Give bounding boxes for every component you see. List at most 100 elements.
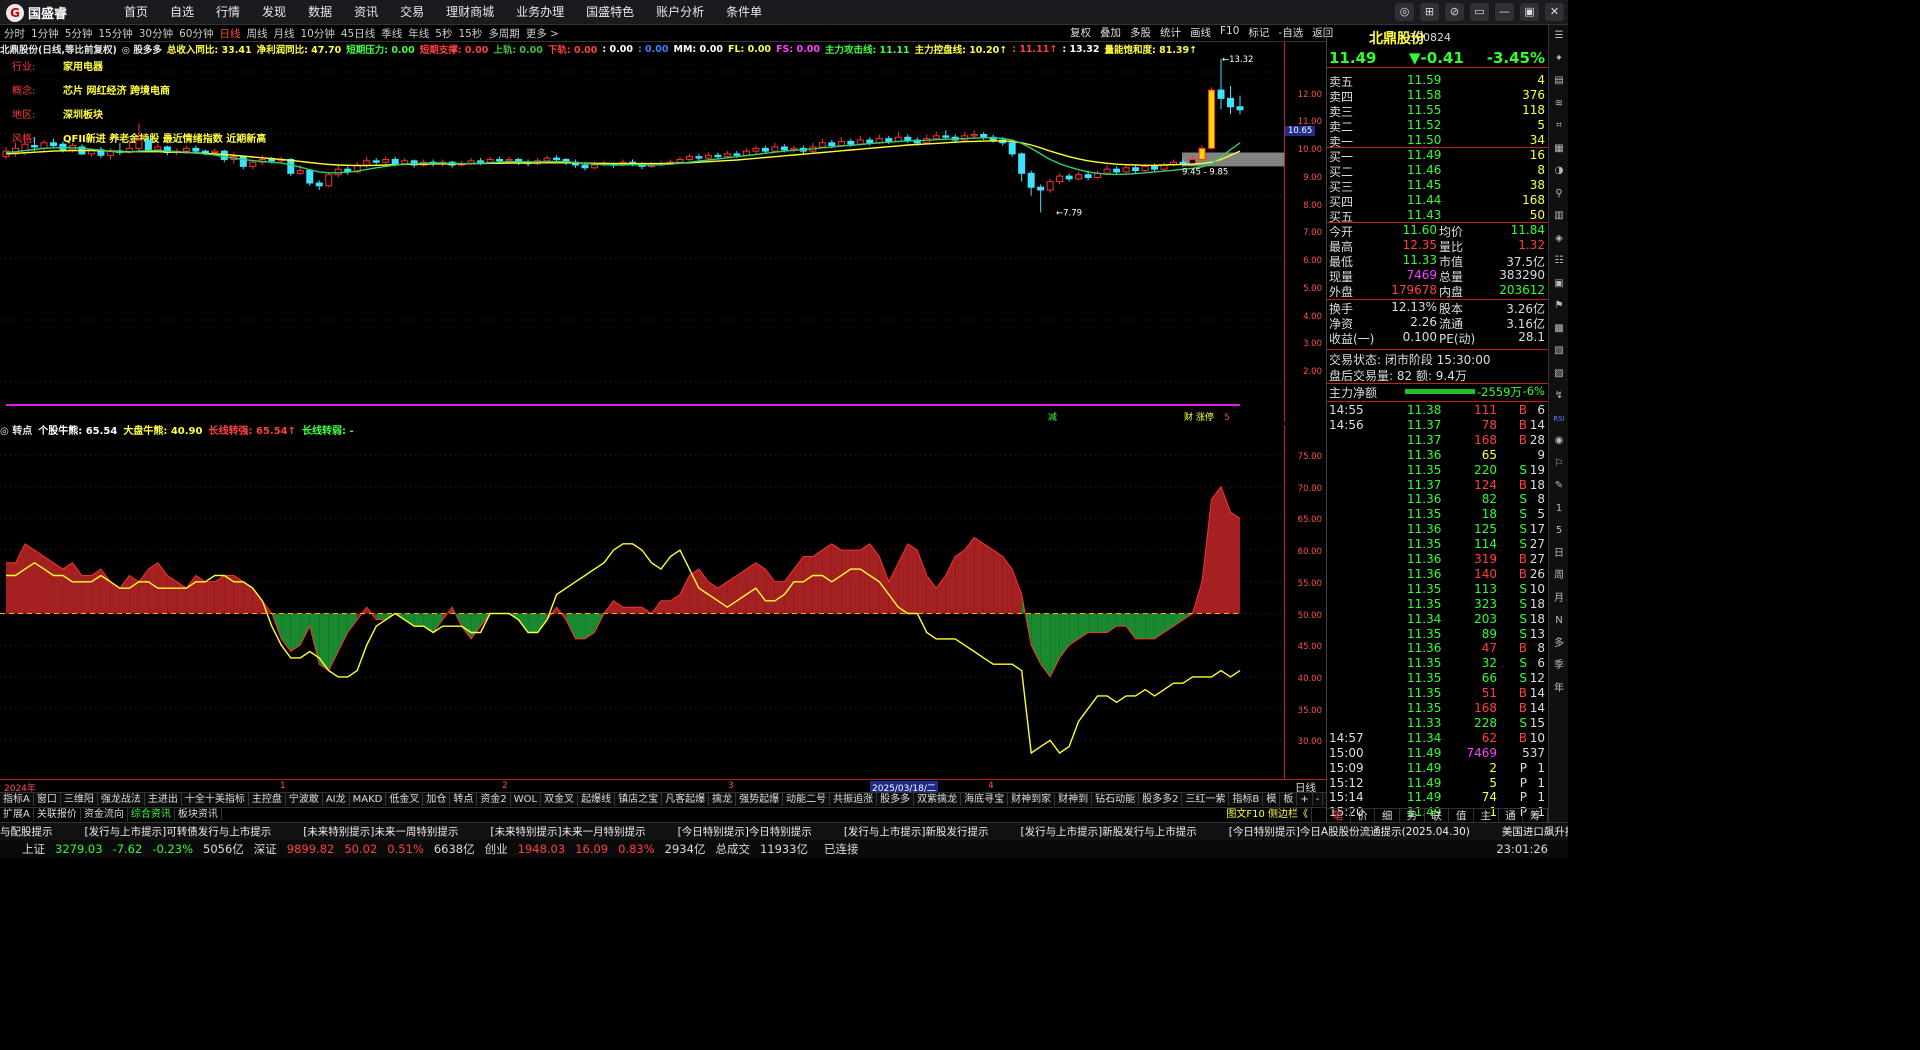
- nav-item[interactable]: 发现: [262, 0, 286, 25]
- side-tool-icon[interactable]: ◉: [1552, 434, 1566, 448]
- period-tab[interactable]: 10分钟: [301, 26, 335, 41]
- period-tab[interactable]: 周线: [247, 26, 268, 41]
- news-item[interactable]: [发行与上市提示]可转债发行与上市提示: [85, 824, 272, 839]
- side-tool-icon[interactable]: ☰: [1552, 29, 1566, 43]
- side-tool-icon[interactable]: 多: [1552, 637, 1566, 651]
- period-tab[interactable]: 分时: [4, 26, 25, 41]
- side-tool-icon[interactable]: ▧: [1552, 344, 1566, 358]
- window-button[interactable]: ⊞: [1420, 3, 1439, 21]
- news-item[interactable]: [今日特别提示]今日A股股份流通提示(2025.04.30): [1229, 824, 1470, 839]
- indicator-tab[interactable]: 双金叉: [541, 793, 579, 806]
- side-tool-icon[interactable]: ▩: [1552, 322, 1566, 336]
- side-tool-icon[interactable]: 1: [1552, 502, 1566, 516]
- period-tab[interactable]: 日线: [220, 26, 241, 41]
- indicator-tab[interactable]: MAKD: [350, 793, 387, 806]
- price-chart[interactable]: ←13.32 ←7.79 9.45 - 9.85 减 财 涨停 5: [0, 42, 1284, 422]
- indicator-tab[interactable]: +: [1297, 793, 1313, 806]
- quote-tab[interactable]: 值: [1449, 809, 1475, 822]
- indicator-tab[interactable]: 宁波敢: [286, 793, 323, 806]
- side-tool-icon[interactable]: 周: [1552, 569, 1566, 583]
- quote-tab[interactable]: 价: [1351, 809, 1376, 822]
- news-item[interactable]: 与配股提示: [0, 824, 53, 839]
- indicator-tab[interactable]: 双紫擒龙: [914, 793, 962, 806]
- indicator-tab[interactable]: 模: [1263, 793, 1281, 806]
- period-tab[interactable]: 45日线: [341, 26, 375, 41]
- indicator-tab[interactable]: 凡客起爆: [662, 793, 710, 806]
- nav-item[interactable]: 数据: [308, 0, 332, 25]
- indicator-tab[interactable]: 钻石动能: [1092, 793, 1140, 806]
- period-tab[interactable]: 多周期: [488, 26, 520, 41]
- news-item[interactable]: [未来特别提示]未来一月特别提示: [490, 824, 645, 839]
- indicator-tab[interactable]: 资金2: [477, 793, 511, 806]
- nav-item[interactable]: 条件单: [726, 0, 762, 25]
- indicator-tab[interactable]: 动能二号: [783, 793, 831, 806]
- side-tool-icon[interactable]: ▦: [1552, 142, 1566, 156]
- period-tab[interactable]: 1分钟: [31, 26, 59, 41]
- window-button[interactable]: —: [1495, 3, 1514, 21]
- indicator-tab[interactable]: 主控盘: [249, 793, 286, 806]
- window-button[interactable]: ✕: [1545, 3, 1564, 21]
- indicator-tab[interactable]: 强势起爆: [736, 793, 784, 806]
- f10-sidebar-toggle[interactable]: 图文F10 侧边栏《: [1223, 808, 1312, 822]
- indicator-tab[interactable]: 板: [1280, 793, 1298, 806]
- nav-item[interactable]: 业务办理: [516, 0, 564, 25]
- indicator-tab[interactable]: 擒龙: [709, 793, 737, 806]
- chart-tool-button[interactable]: 统计: [1160, 25, 1181, 42]
- nav-item[interactable]: 自选: [170, 0, 194, 25]
- oscillator-chart[interactable]: [0, 422, 1284, 779]
- quote-tab[interactable]: 通: [1499, 809, 1524, 822]
- side-tool-icon[interactable]: ⌗: [1552, 119, 1566, 133]
- side-tool-icon[interactable]: ◈: [1552, 232, 1566, 246]
- indicator-tab[interactable]: 强龙战法: [98, 793, 145, 806]
- window-button[interactable]: ▣: [1520, 3, 1539, 21]
- side-tool-icon[interactable]: ⚐: [1552, 457, 1566, 471]
- side-tool-icon[interactable]: ⚑: [1552, 299, 1566, 313]
- nav-item[interactable]: 账户分析: [656, 0, 704, 25]
- period-tab[interactable]: 15分钟: [98, 26, 132, 41]
- chart-tool-button[interactable]: -自选: [1278, 25, 1303, 42]
- chart-tool-button[interactable]: 叠加: [1100, 25, 1121, 42]
- indicator-tab[interactable]: 股多多2: [1139, 793, 1183, 806]
- indicator-tab[interactable]: 加仓: [423, 793, 451, 806]
- period-tab[interactable]: 5秒: [435, 26, 452, 41]
- side-tool-icon[interactable]: ▣: [1552, 277, 1566, 291]
- chart-tool-button[interactable]: 多股: [1130, 25, 1151, 42]
- side-tool-icon[interactable]: 5: [1552, 524, 1566, 538]
- indicator-tab[interactable]: WOL: [511, 793, 542, 806]
- nav-item[interactable]: 国盛特色: [586, 0, 634, 25]
- side-tool-icon[interactable]: 日: [1552, 547, 1566, 561]
- chart-tool-button[interactable]: 复权: [1070, 25, 1091, 42]
- window-button[interactable]: ⊘: [1445, 3, 1464, 21]
- nav-item[interactable]: 交易: [400, 0, 424, 25]
- side-tool-icon[interactable]: ▥: [1552, 209, 1566, 223]
- news-item[interactable]: [未来特别提示]未来一周特别提示: [303, 824, 458, 839]
- quote-tab[interactable]: 联: [1425, 809, 1450, 822]
- side-tool-icon[interactable]: ≋: [1552, 97, 1566, 111]
- window-button[interactable]: ◎: [1395, 3, 1414, 21]
- news-item[interactable]: [今日特别提示]今日特别提示: [678, 824, 812, 839]
- extension-tab[interactable]: 资金流向: [81, 808, 128, 821]
- window-button[interactable]: ▭: [1470, 3, 1489, 21]
- extension-tab[interactable]: 板块资讯: [175, 808, 222, 821]
- side-tool-icon[interactable]: ⚲: [1552, 187, 1566, 201]
- side-tool-icon[interactable]: ▤: [1552, 74, 1566, 88]
- side-tool-icon[interactable]: ▨: [1552, 367, 1566, 381]
- news-item[interactable]: [发行与上市提示]新股发行与上市提示: [1021, 824, 1197, 839]
- period-tab[interactable]: 5分钟: [65, 26, 93, 41]
- nav-item[interactable]: 行情: [216, 0, 240, 25]
- side-tool-icon[interactable]: 年: [1552, 682, 1566, 696]
- chart-tool-button[interactable]: 画线: [1190, 25, 1211, 42]
- indicator-tab[interactable]: AI龙: [323, 793, 350, 806]
- indicator-tab[interactable]: 镇店之宝: [615, 793, 663, 806]
- side-tool-icon[interactable]: RSI: [1552, 412, 1566, 426]
- period-tab[interactable]: 月线: [274, 26, 295, 41]
- side-tool-icon[interactable]: N: [1552, 614, 1566, 628]
- side-tool-icon[interactable]: 季: [1552, 659, 1566, 673]
- indicator-tab[interactable]: 十全十美指标: [182, 793, 249, 806]
- indicator-tab[interactable]: 海底寻宝: [961, 793, 1009, 806]
- quote-tab[interactable]: 笔: [1326, 809, 1351, 822]
- indicator-tab[interactable]: 共振追涨: [830, 793, 878, 806]
- indicator-tab[interactable]: 财神到家: [1008, 793, 1056, 806]
- indicator-tab[interactable]: 指标B: [1229, 793, 1264, 806]
- side-tool-icon[interactable]: ✦: [1552, 52, 1566, 66]
